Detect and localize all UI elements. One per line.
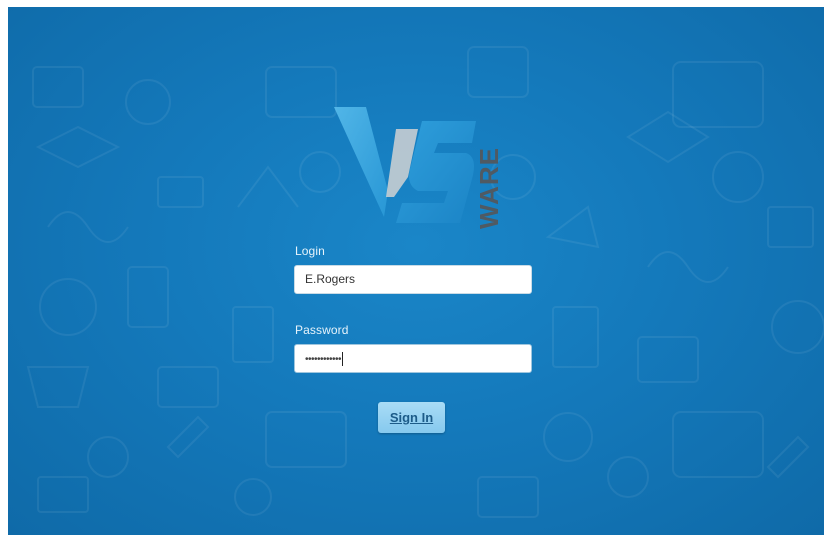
- login-input-value: E.Rogers: [305, 272, 356, 286]
- password-input[interactable]: ••••••••••••: [294, 344, 532, 373]
- text-caret: [342, 351, 344, 366]
- sign-in-button[interactable]: Sign In: [378, 402, 445, 433]
- password-mask: ••••••••••••: [305, 354, 342, 365]
- login-label: Login: [295, 244, 325, 258]
- login-page: WARE Login E.Rogers Password •••••••••••…: [8, 7, 824, 535]
- vsware-logo: WARE: [334, 107, 504, 229]
- logo-ware-text: WARE: [474, 147, 504, 229]
- login-input[interactable]: E.Rogers: [294, 265, 532, 294]
- password-label: Password: [295, 323, 349, 337]
